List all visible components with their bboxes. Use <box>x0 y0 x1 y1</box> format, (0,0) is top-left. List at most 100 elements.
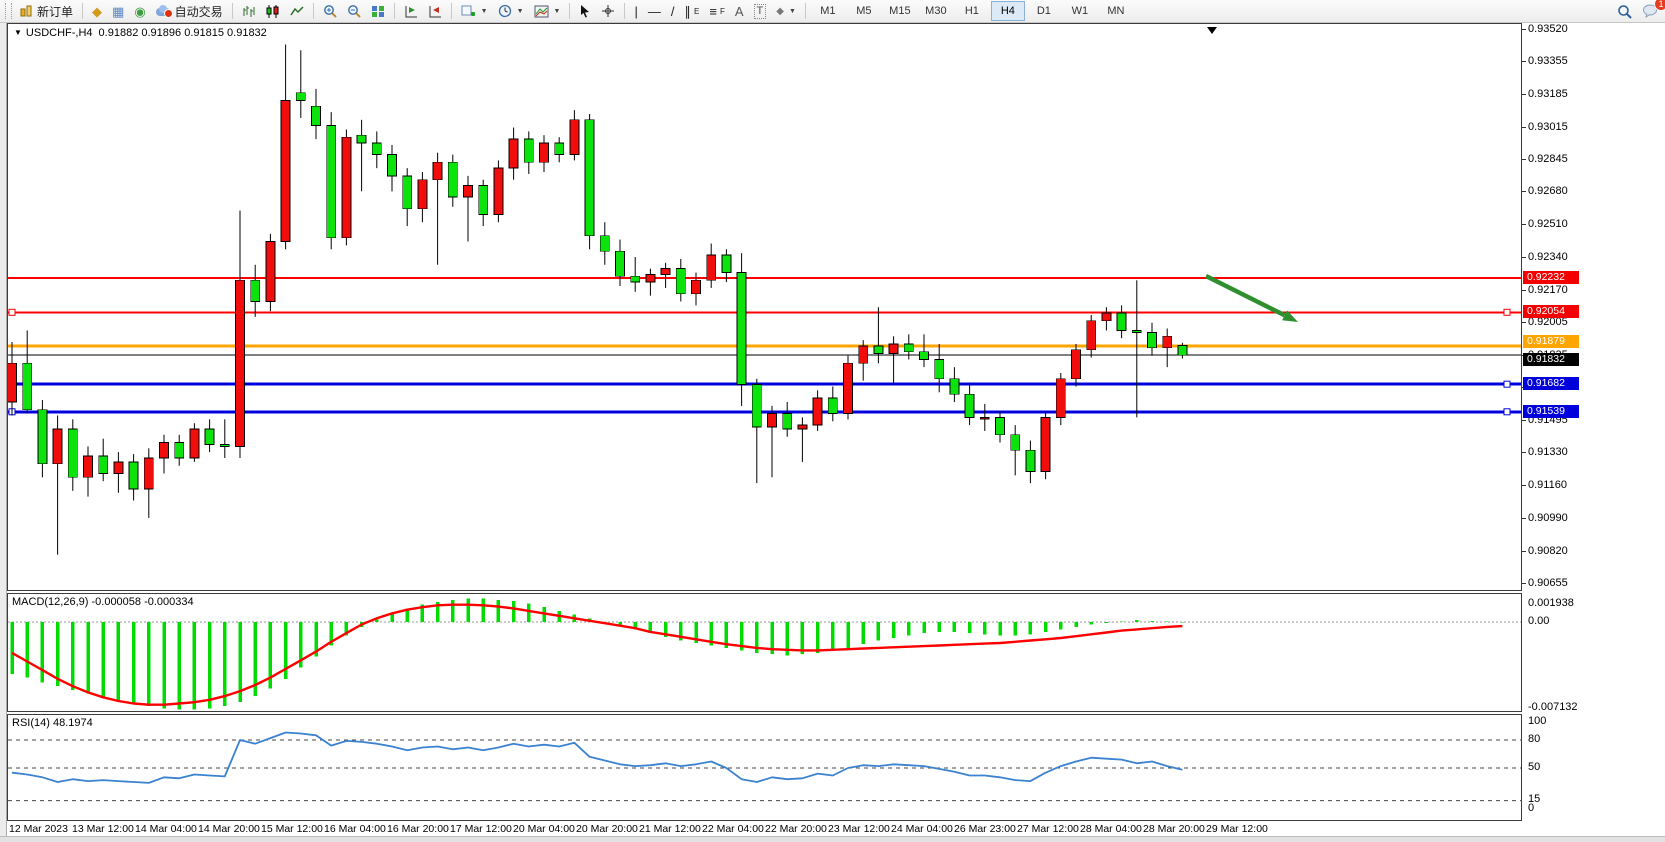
cursor-icon <box>579 4 591 18</box>
separator <box>624 3 625 19</box>
fibonacci-button[interactable]: ≡F <box>704 1 729 21</box>
candle-body <box>1163 336 1172 348</box>
rsi-value: 48.1974 <box>53 717 93 729</box>
candlestick-chart[interactable] <box>8 24 1521 590</box>
candle-body <box>448 162 457 197</box>
new-order-button[interactable]: 新订单 <box>15 1 78 21</box>
add-indicator-icon <box>461 4 476 18</box>
time-axis-label: 13 Mar 12:00 <box>72 823 134 835</box>
chart-shift-marker[interactable] <box>1207 27 1217 34</box>
trend-arrow-annotation[interactable] <box>1206 276 1285 315</box>
channel-button[interactable]: ∥E <box>680 1 705 21</box>
price-tick-label: 0.93015 <box>1528 121 1568 133</box>
vertical-line-icon: | <box>634 5 637 18</box>
candle-body <box>23 363 32 409</box>
price-line-badge: 0.91539 <box>1523 405 1579 418</box>
template-button[interactable]: ▼ <box>529 1 566 21</box>
label-button[interactable]: T <box>749 1 772 21</box>
tile-windows-icon <box>371 5 385 18</box>
candle-chart-button[interactable] <box>261 1 285 21</box>
price-tick-mark <box>1522 191 1526 192</box>
candle-body <box>53 429 62 464</box>
arrows-button[interactable]: ◆▼ <box>771 1 801 21</box>
line-anchor[interactable] <box>1504 309 1510 315</box>
time-axis-label: 14 Mar 20:00 <box>198 823 260 835</box>
candle-body <box>68 429 77 477</box>
timeframe-m1[interactable]: M1 <box>811 1 845 21</box>
quotes-button[interactable]: ◆ <box>87 1 107 21</box>
candle-body <box>1148 332 1157 347</box>
search-button[interactable] <box>1612 1 1637 21</box>
candle-body <box>616 251 625 276</box>
rsi-indicator-label: RSI(14) 48.1974 <box>12 717 93 729</box>
candle-body <box>281 100 290 241</box>
trendline-button[interactable]: / <box>666 1 680 21</box>
track-chart-button[interactable] <box>423 1 447 21</box>
rsi-axis-label: 0 <box>1528 802 1534 814</box>
timeframe-h4[interactable]: H4 <box>991 1 1025 21</box>
equidistant-channel-icon: ∥ <box>685 5 692 18</box>
candle-body <box>828 398 837 413</box>
time-axis[interactable]: 12 Mar 202313 Mar 12:0014 Mar 04:0014 Ma… <box>7 821 1522 836</box>
time-axis-label: 14 Mar 04:00 <box>135 823 197 835</box>
separator <box>394 3 395 19</box>
candle-body <box>84 456 93 477</box>
timeframe-m30[interactable]: M30 <box>919 1 953 21</box>
symbol-dropdown-icon[interactable]: ▼ <box>14 28 22 37</box>
price-tick-mark <box>1522 224 1526 225</box>
autotrade-button[interactable]: 自动交易 <box>151 1 228 21</box>
candle-body <box>342 137 351 237</box>
text-button[interactable]: A <box>730 1 749 21</box>
line-anchor[interactable] <box>9 309 15 315</box>
time-axis-label: 23 Mar 12:00 <box>828 823 890 835</box>
price-tick-mark <box>1522 551 1526 552</box>
time-axis-label: 24 Mar 04:00 <box>891 823 953 835</box>
tile-windows-button[interactable] <box>366 1 390 21</box>
cursor-button[interactable] <box>574 1 596 21</box>
search-icon <box>1617 4 1632 19</box>
timeframe-m15[interactable]: M15 <box>883 1 917 21</box>
arrows-icon: ◆ <box>776 5 784 18</box>
time-axis-label: 28 Mar 04:00 <box>1080 823 1142 835</box>
candle-body <box>707 255 716 280</box>
price-tick-mark <box>1522 452 1526 453</box>
period-button[interactable]: ▼ <box>493 1 529 21</box>
candle-body <box>874 346 883 354</box>
signals-button[interactable]: ◉ <box>129 1 150 21</box>
time-axis-label: 16 Mar 04:00 <box>324 823 386 835</box>
price-tick-mark <box>1522 127 1526 128</box>
candle-body <box>722 255 731 272</box>
price-tick-label: 0.92680 <box>1528 185 1568 197</box>
line-anchor[interactable] <box>1504 409 1510 415</box>
line-chart-button[interactable] <box>285 1 309 21</box>
candle-body <box>1178 346 1187 356</box>
timeframe-h1[interactable]: H1 <box>955 1 989 21</box>
auto-arrange-icon <box>404 5 418 18</box>
line-anchor[interactable] <box>1504 381 1510 387</box>
zoom-in-button[interactable] <box>318 1 342 21</box>
timeframe-d1[interactable]: D1 <box>1027 1 1061 21</box>
timeframe-w1[interactable]: W1 <box>1063 1 1097 21</box>
timeframe-m5[interactable]: M5 <box>847 1 881 21</box>
ohlc-open: 0.91882 <box>99 27 139 39</box>
candle-body <box>312 106 321 125</box>
candle-body <box>768 414 777 428</box>
price-axis[interactable]: 0.935200.933550.931850.930150.928450.926… <box>1522 23 1665 821</box>
charts-window-button[interactable]: ▦ <box>107 1 129 21</box>
horizontal-line-button[interactable]: — <box>643 1 666 21</box>
candle-body <box>251 280 260 301</box>
macd-chart[interactable] <box>8 594 1521 711</box>
price-tick-mark <box>1522 322 1526 323</box>
bar-chart-icon <box>242 5 256 18</box>
crosshair-button[interactable] <box>596 1 620 21</box>
add-indicator-button[interactable]: ▼ <box>456 1 493 21</box>
toolbar-grip[interactable] <box>5 3 12 19</box>
auto-arrange-button[interactable] <box>399 1 423 21</box>
rsi-chart[interactable] <box>8 715 1521 820</box>
timeframe-mn[interactable]: MN <box>1099 1 1133 21</box>
bar-chart-button[interactable] <box>237 1 261 21</box>
candle-body <box>783 414 792 429</box>
vertical-line-button[interactable]: | <box>629 1 642 21</box>
zoom-out-button[interactable] <box>342 1 366 21</box>
candle-body <box>388 155 397 176</box>
